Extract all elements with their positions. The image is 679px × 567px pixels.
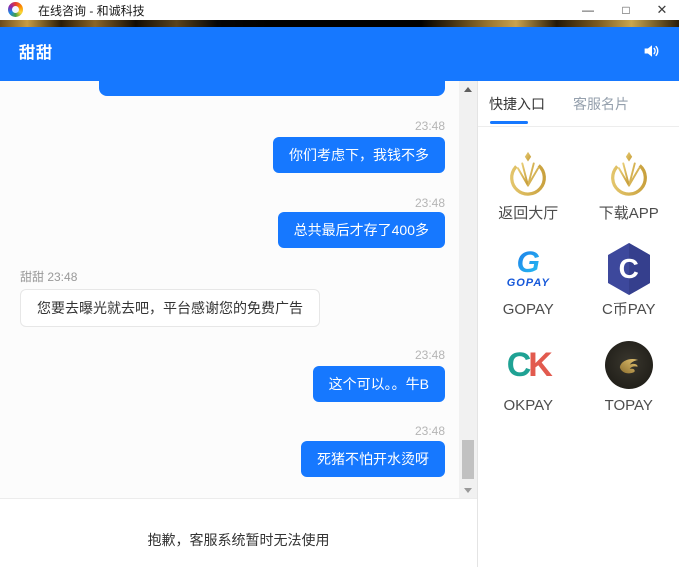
chat-message-outgoing: 总共最后才存了400多	[278, 212, 445, 248]
shortcut-okpay[interactable]: CK OKPAY	[478, 339, 579, 435]
shortcut-download-app[interactable]: 下载APP	[579, 147, 679, 243]
chat-footer: 抱歉，客服系统暂时无法使用	[0, 498, 477, 567]
message-timestamp: 23:48	[415, 196, 445, 210]
shortcut-label: OKPAY	[504, 398, 553, 414]
tab-agent-card[interactable]: 客服名片	[573, 81, 629, 126]
gopay-g-icon: G GOPAY	[507, 243, 550, 295]
shortcut-label: 下载APP	[599, 206, 659, 222]
shortcut-return-lobby[interactable]: 返回大厅	[478, 147, 579, 243]
sidebar-tabs: 快捷入口 客服名片	[478, 81, 679, 127]
chat-message-outgoing: 这个可以。。牛B	[313, 366, 445, 402]
scroll-up-arrow-icon[interactable]	[459, 81, 477, 97]
system-unavailable-notice: 抱歉，客服系统暂时无法使用	[148, 530, 330, 550]
cpay-monogram: C	[619, 253, 639, 285]
shortcut-gopay[interactable]: G GOPAY GOPAY	[478, 243, 579, 339]
chat-header: 甜甜	[0, 27, 679, 81]
agent-name: 甜甜	[19, 39, 53, 63]
gold-wheat-emblem-icon	[606, 147, 652, 199]
scrollbar-thumb[interactable]	[462, 440, 474, 479]
window-title: 在线咨询 - 和诚科技	[38, 2, 145, 19]
titlebar: 在线咨询 - 和诚科技 — □ ✕	[0, 0, 679, 20]
chat-scrollbar[interactable]	[459, 81, 477, 498]
chat-message-outgoing: 你们考虑下，我钱不多	[273, 137, 445, 173]
chat-column: ... 23:48 你们考虑下，我钱不多 23:48 总共最后才存了400多 甜…	[0, 81, 478, 567]
tab-quick-entry[interactable]: 快捷入口	[489, 81, 545, 126]
maximize-button[interactable]: □	[607, 0, 645, 20]
topay-swirl-icon	[605, 339, 653, 391]
message-timestamp: 23:48	[415, 424, 445, 438]
speaker-icon[interactable]	[642, 42, 662, 60]
app-window: 在线咨询 - 和诚科技 — □ ✕ 甜甜 ... 23:48 你们考虑下，我钱不…	[0, 0, 679, 567]
sender-label: 甜甜 23:48	[20, 270, 77, 284]
background-page-strip	[0, 20, 679, 27]
shortcut-label: GOPAY	[503, 302, 554, 318]
message-list: ... 23:48 你们考虑下，我钱不多 23:48 总共最后才存了400多 甜…	[0, 81, 477, 498]
shortcut-grid: 返回大厅	[478, 127, 679, 435]
chat-message-outgoing-partial: ...	[99, 81, 445, 96]
gold-wheat-emblem-icon	[505, 147, 551, 199]
scroll-down-arrow-icon[interactable]	[459, 482, 477, 498]
browser-logo-icon	[8, 2, 23, 17]
window-controls: — □ ✕	[569, 0, 679, 20]
sidebar: 快捷入口 客服名片	[478, 81, 679, 567]
shortcut-label: C币PAY	[602, 302, 656, 318]
message-timestamp: 23:48	[415, 348, 445, 362]
cpay-hexagon-icon: C	[604, 243, 654, 295]
shortcut-cpay[interactable]: C C币PAY	[579, 243, 679, 339]
minimize-button[interactable]: —	[569, 0, 607, 20]
gopay-brand-text: GOPAY	[507, 277, 550, 289]
main-area: ... 23:48 你们考虑下，我钱不多 23:48 总共最后才存了400多 甜…	[0, 81, 679, 567]
close-button[interactable]: ✕	[645, 0, 679, 20]
shortcut-label: 返回大厅	[498, 206, 558, 222]
shortcut-label: TOPAY	[605, 398, 653, 414]
chat-message-incoming: 您要去曝光就去吧，平台感谢您的免费广告	[20, 289, 320, 327]
chat-message-outgoing: 死猪不怕开水烫呀	[301, 441, 445, 477]
okpay-ck-icon: CK	[507, 339, 550, 391]
message-timestamp: 23:48	[415, 119, 445, 133]
shortcut-topay[interactable]: TOPAY	[579, 339, 679, 435]
